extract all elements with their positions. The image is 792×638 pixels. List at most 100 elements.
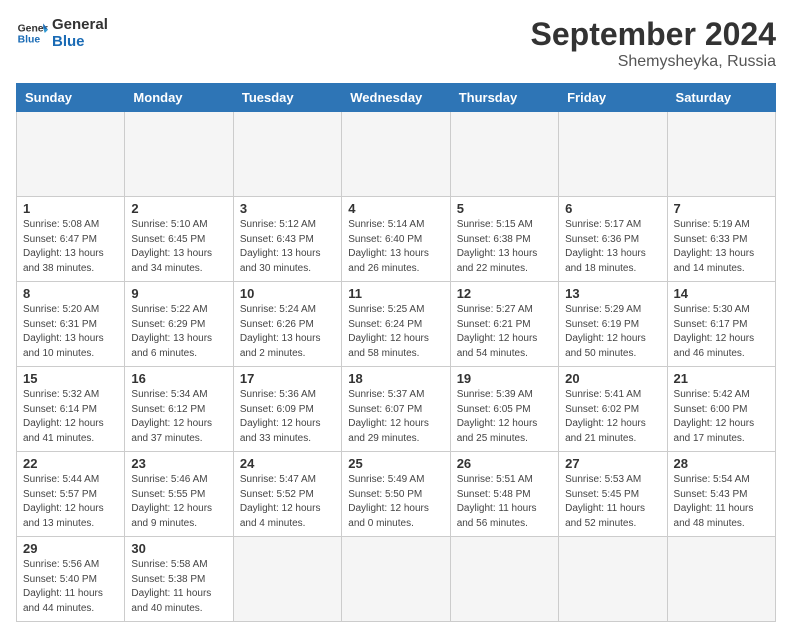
day-number: 19 [457,371,552,386]
day-number: 16 [131,371,226,386]
calendar-cell: 3 Sunrise: 5:12 AM Sunset: 6:43 PM Daylig… [233,197,341,282]
calendar-cell: 2 Sunrise: 5:10 AM Sunset: 6:45 PM Daylig… [125,197,233,282]
day-number: 10 [240,286,335,301]
day-number: 28 [674,456,769,471]
column-header-monday: Monday [125,84,233,112]
calendar-cell: 14Sunrise: 5:30 AM Sunset: 6:17 PM Dayli… [667,282,775,367]
day-info: Sunrise: 5:12 AM Sunset: 6:43 PM Dayligh… [240,218,335,276]
day-info: Sunrise: 5:19 AM Sunset: 6:33 PM Dayligh… [674,218,769,276]
calendar-cell: 1Sunrise: 5:08 AM Sunset: 6:47 PM Daylig… [17,197,125,282]
day-info: Sunrise: 5:34 AM Sunset: 6:12 PM Dayligh… [131,388,226,446]
day-number: 18 [348,371,443,386]
day-info: Sunrise: 5:49 AM Sunset: 5:50 PM Dayligh… [348,473,443,531]
day-number: 22 [23,456,118,471]
calendar-cell: 8Sunrise: 5:20 AM Sunset: 6:31 PM Daylig… [17,282,125,367]
day-info: Sunrise: 5:29 AM Sunset: 6:19 PM Dayligh… [565,303,660,361]
calendar-cell [233,112,341,197]
day-number: 30 [131,541,226,556]
day-info: Sunrise: 5:46 AM Sunset: 5:55 PM Dayligh… [131,473,226,531]
header-row: SundayMondayTuesdayWednesdayThursdayFrid… [17,84,776,112]
logo-blue-text: Blue [52,33,108,50]
day-number: 2 [131,201,226,216]
day-number: 7 [674,201,769,216]
day-info: Sunrise: 5:15 AM Sunset: 6:38 PM Dayligh… [457,218,552,276]
title-block: September 2024 Shemysheyka, Russia [531,16,776,71]
calendar-cell: 23 Sunrise: 5:46 AM Sunset: 5:55 PM Dayli… [125,452,233,537]
day-number: 21 [674,371,769,386]
day-info: Sunrise: 5:10 AM Sunset: 6:45 PM Dayligh… [131,218,226,276]
day-number: 25 [348,456,443,471]
logo-icon: General Blue [16,17,48,49]
calendar-table: SundayMondayTuesdayWednesdayThursdayFrid… [16,83,776,622]
day-info: Sunrise: 5:44 AM Sunset: 5:57 PM Dayligh… [23,473,118,531]
day-number: 24 [240,456,335,471]
calendar-cell: 18Sunrise: 5:37 AM Sunset: 6:07 PM Dayli… [342,367,450,452]
calendar-cell: 17 Sunrise: 5:36 AM Sunset: 6:09 PM Dayli… [233,367,341,452]
calendar-cell [559,112,667,197]
day-info: Sunrise: 5:32 AM Sunset: 6:14 PM Dayligh… [23,388,118,446]
calendar-cell: 13 Sunrise: 5:29 AM Sunset: 6:19 PM Dayli… [559,282,667,367]
calendar-cell: 4 Sunrise: 5:14 AM Sunset: 6:40 PM Daylig… [342,197,450,282]
page-header: General Blue General Blue September 2024… [16,16,776,71]
calendar-cell: 21 Sunrise: 5:42 AM Sunset: 6:00 PM Dayli… [667,367,775,452]
day-number: 20 [565,371,660,386]
day-number: 11 [348,286,443,301]
day-info: Sunrise: 5:22 AM Sunset: 6:29 PM Dayligh… [131,303,226,361]
calendar-cell: 5 Sunrise: 5:15 AM Sunset: 6:38 PM Daylig… [450,197,558,282]
calendar-cell [233,537,341,622]
week-row-1: 1Sunrise: 5:08 AM Sunset: 6:47 PM Daylig… [17,197,776,282]
day-number: 17 [240,371,335,386]
day-number: 27 [565,456,660,471]
day-info: Sunrise: 5:58 AM Sunset: 5:38 PM Dayligh… [131,558,226,616]
day-number: 3 [240,201,335,216]
location-text: Shemysheyka, Russia [531,53,776,71]
week-row-2: 8Sunrise: 5:20 AM Sunset: 6:31 PM Daylig… [17,282,776,367]
calendar-cell [450,537,558,622]
day-info: Sunrise: 5:39 AM Sunset: 6:05 PM Dayligh… [457,388,552,446]
day-number: 8 [23,286,118,301]
day-number: 9 [131,286,226,301]
day-number: 23 [131,456,226,471]
calendar-cell: 15 Sunrise: 5:32 AM Sunset: 6:14 PM Dayli… [17,367,125,452]
day-number: 26 [457,456,552,471]
day-info: Sunrise: 5:42 AM Sunset: 6:00 PM Dayligh… [674,388,769,446]
calendar-cell: 20Sunrise: 5:41 AM Sunset: 6:02 PM Dayli… [559,367,667,452]
calendar-cell: 28 Sunrise: 5:54 AM Sunset: 5:43 PM Dayli… [667,452,775,537]
logo: General Blue General Blue [16,16,108,50]
calendar-cell [342,112,450,197]
day-number: 5 [457,201,552,216]
day-info: Sunrise: 5:47 AM Sunset: 5:52 PM Dayligh… [240,473,335,531]
column-header-tuesday: Tuesday [233,84,341,112]
calendar-cell: 25 Sunrise: 5:49 AM Sunset: 5:50 PM Dayli… [342,452,450,537]
day-info: Sunrise: 5:53 AM Sunset: 5:45 PM Dayligh… [565,473,660,531]
day-info: Sunrise: 5:14 AM Sunset: 6:40 PM Dayligh… [348,218,443,276]
day-number: 13 [565,286,660,301]
calendar-cell: 16 Sunrise: 5:34 AM Sunset: 6:12 PM Dayli… [125,367,233,452]
day-info: Sunrise: 5:27 AM Sunset: 6:21 PM Dayligh… [457,303,552,361]
day-number: 4 [348,201,443,216]
calendar-cell: 7 Sunrise: 5:19 AM Sunset: 6:33 PM Daylig… [667,197,775,282]
week-row-4: 22 Sunrise: 5:44 AM Sunset: 5:57 PM Dayli… [17,452,776,537]
calendar-cell: 27 Sunrise: 5:53 AM Sunset: 5:45 PM Dayli… [559,452,667,537]
day-info: Sunrise: 5:54 AM Sunset: 5:43 PM Dayligh… [674,473,769,531]
calendar-cell [667,537,775,622]
svg-text:Blue: Blue [18,35,41,46]
calendar-cell: 11 Sunrise: 5:25 AM Sunset: 6:24 PM Dayli… [342,282,450,367]
calendar-cell [125,112,233,197]
day-info: Sunrise: 5:30 AM Sunset: 6:17 PM Dayligh… [674,303,769,361]
calendar-cell: 10 Sunrise: 5:24 AM Sunset: 6:26 PM Dayli… [233,282,341,367]
column-header-friday: Friday [559,84,667,112]
column-header-saturday: Saturday [667,84,775,112]
day-number: 29 [23,541,118,556]
calendar-cell: 24 Sunrise: 5:47 AM Sunset: 5:52 PM Dayli… [233,452,341,537]
day-info: Sunrise: 5:08 AM Sunset: 6:47 PM Dayligh… [23,218,118,276]
week-row-5: 29Sunrise: 5:56 AM Sunset: 5:40 PM Dayli… [17,537,776,622]
calendar-cell: 26Sunrise: 5:51 AM Sunset: 5:48 PM Dayli… [450,452,558,537]
calendar-cell: 12Sunrise: 5:27 AM Sunset: 6:21 PM Dayli… [450,282,558,367]
day-info: Sunrise: 5:36 AM Sunset: 6:09 PM Dayligh… [240,388,335,446]
day-info: Sunrise: 5:24 AM Sunset: 6:26 PM Dayligh… [240,303,335,361]
day-info: Sunrise: 5:25 AM Sunset: 6:24 PM Dayligh… [348,303,443,361]
logo-general-text: General [52,16,108,33]
day-number: 15 [23,371,118,386]
calendar-cell: 30 Sunrise: 5:58 AM Sunset: 5:38 PM Dayli… [125,537,233,622]
